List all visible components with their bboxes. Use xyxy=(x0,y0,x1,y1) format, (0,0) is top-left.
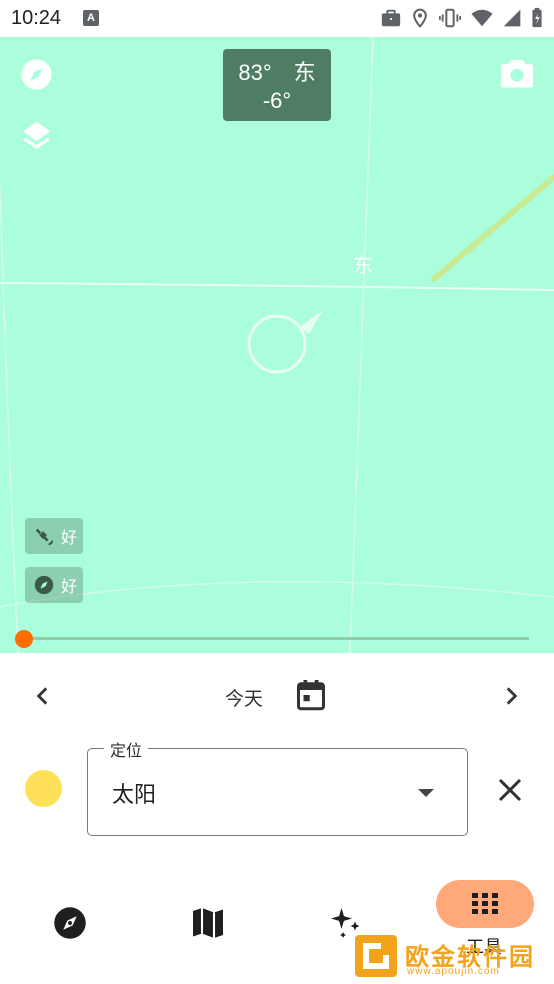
chevron-left-icon[interactable] xyxy=(30,682,56,710)
compass-button-icon[interactable] xyxy=(20,58,53,91)
date-label[interactable]: 今天 xyxy=(225,684,263,711)
time-slider-track[interactable] xyxy=(25,637,529,640)
nav-compass-icon[interactable] xyxy=(52,905,88,941)
watermark: 欧金软件园 www.apoujin.com xyxy=(355,935,550,981)
location-icon xyxy=(413,8,427,28)
satellite-icon xyxy=(35,528,54,546)
position-readout: 83° 东 -6° xyxy=(223,49,331,121)
compass-icon xyxy=(34,575,54,595)
vibrate-icon xyxy=(439,8,461,28)
locate-select[interactable]: 定位 太阳 xyxy=(87,737,468,836)
nav-tools-active-pill[interactable] xyxy=(436,880,534,928)
chevron-right-icon[interactable] xyxy=(498,682,524,710)
watermark-url: www.apoujin.com xyxy=(407,966,500,977)
azimuth-value: 83° xyxy=(238,60,272,85)
grid-icon xyxy=(472,893,498,914)
locate-select-label: 定位 xyxy=(104,737,149,761)
gps-quality-label: 好 xyxy=(61,528,78,547)
east-marker-label: 东 xyxy=(353,253,373,277)
status-time: 10:24 xyxy=(11,7,62,29)
calendar-icon[interactable] xyxy=(296,678,326,712)
dropdown-arrow-icon[interactable] xyxy=(418,789,434,797)
sun-path-trail xyxy=(431,174,554,282)
camera-button-icon[interactable] xyxy=(499,57,535,89)
compass-quality-chip[interactable]: 好 xyxy=(25,567,83,603)
time-slider-thumb[interactable] xyxy=(15,630,33,648)
target-circle xyxy=(247,314,307,374)
nav-map-icon[interactable] xyxy=(190,905,226,941)
date-navigation: 今天 xyxy=(0,668,554,724)
locate-select-value: 太阳 xyxy=(112,783,157,808)
gps-quality-chip[interactable]: 好 xyxy=(25,518,83,554)
ar-sky-view[interactable]: 83° 东 -6° 东 好 好 xyxy=(0,37,554,653)
notification-a-icon: A xyxy=(83,10,99,26)
status-bar: 10:24 A xyxy=(0,0,554,37)
status-icons xyxy=(380,7,544,29)
sky-grid xyxy=(0,37,554,653)
direction-value: 东 xyxy=(293,60,316,85)
altitude-value: -6° xyxy=(262,88,292,113)
direction-arrow xyxy=(300,310,323,334)
sun-color-indicator xyxy=(25,770,62,807)
battery-icon xyxy=(532,7,542,28)
locate-target-row: 定位 太阳 xyxy=(0,737,554,840)
briefcase-icon xyxy=(381,9,401,27)
wifi-icon xyxy=(471,9,493,27)
compass-quality-label: 好 xyxy=(61,577,78,596)
watermark-logo xyxy=(355,935,397,977)
signal-icon xyxy=(503,9,521,27)
layers-button-icon[interactable] xyxy=(20,119,53,152)
close-icon[interactable] xyxy=(495,775,525,805)
